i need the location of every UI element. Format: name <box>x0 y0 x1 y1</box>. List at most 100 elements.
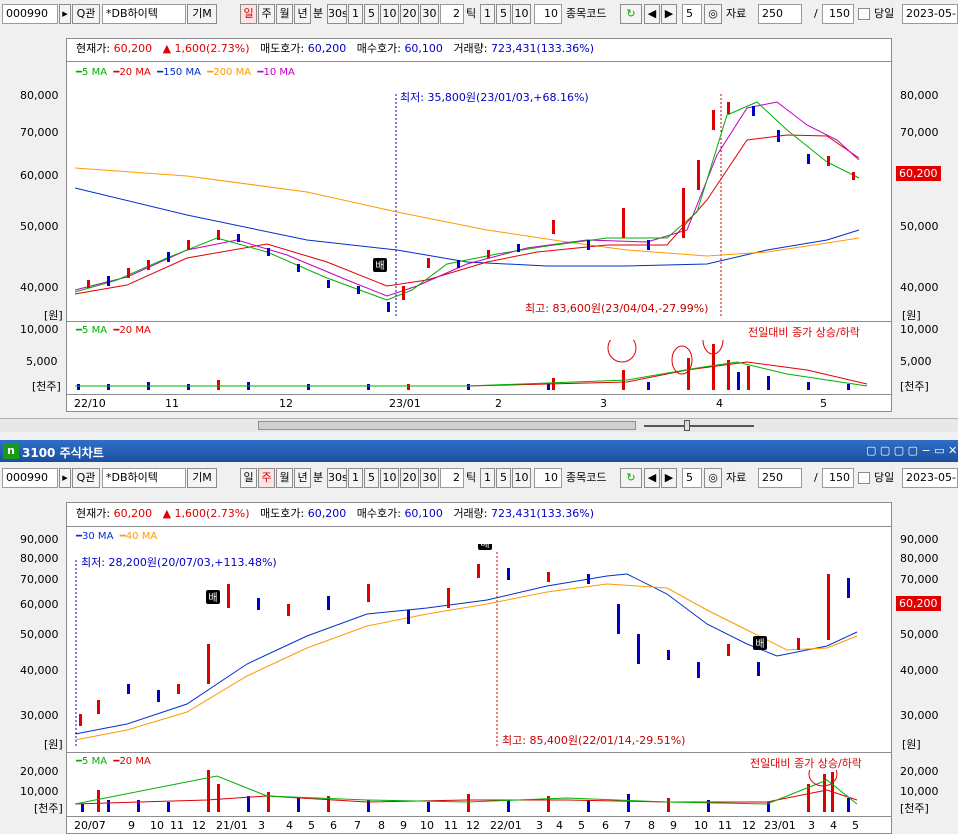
top-y-unit-right: [원] <box>902 309 921 322</box>
next-icon[interactable]: ▶ <box>661 468 677 488</box>
top-xlabel: 5 <box>820 397 827 410</box>
period-day-button[interactable]: 일 <box>240 468 257 488</box>
bottom-xlabel: 20/07 <box>74 819 106 832</box>
bottom-ytick-right-70000: 70,000 <box>900 573 939 586</box>
tick-10-button[interactable]: 10 <box>512 468 531 488</box>
bottom-xlabel: 23/01 <box>764 819 796 832</box>
bottom-x-axis: 20/07 9 10 11 12 21/01 3 4 5 6 7 8 9 10 … <box>66 816 892 834</box>
chart-scrollbar[interactable] <box>0 418 958 432</box>
volume-label: 거래량: <box>453 42 488 55</box>
prev-icon[interactable]: ◀ <box>644 4 660 24</box>
period-year-button[interactable]: 년 <box>294 4 311 24</box>
minute-20-button[interactable]: 20 <box>400 4 419 24</box>
bottom-volume-chart <box>74 770 858 812</box>
zoom-slider[interactable] <box>644 425 754 427</box>
top-vol-tick-right-5000: 5,000 <box>900 355 932 368</box>
bottom-quote-divider <box>66 526 892 527</box>
stock-name-field: *DB하이텍 <box>102 468 186 488</box>
data-label: 자료 <box>726 7 747 20</box>
zoom-slider-thumb[interactable] <box>684 420 690 431</box>
tick-5-button[interactable]: 5 <box>496 468 511 488</box>
minute-select[interactable]: 30s <box>327 468 347 488</box>
bottom-xlabel: 9 <box>128 819 135 832</box>
bottom-ytick-left-40000: 40,000 <box>20 664 59 677</box>
bottom-toolbar: 000990 ▸ Q관 *DB하이텍 기M 일 주 월 년 분 30s 1 5 … <box>0 464 958 492</box>
minute-label: 분 <box>313 7 324 20</box>
top-low-annotation: 최저: 35,800원(23/01/03,+68.16%) <box>400 91 589 104</box>
top-vol-tick-left-10000: 10,000 <box>20 323 59 336</box>
tick-count-input[interactable]: 10 <box>534 4 562 24</box>
minute-5-button[interactable]: 5 <box>364 4 379 24</box>
minute-select[interactable]: 30s <box>327 4 347 24</box>
minute-10-button[interactable]: 10 <box>380 468 399 488</box>
top-volume-divider <box>66 321 892 322</box>
window-controls[interactable]: ▢ ▢ ▢ ▢ − ▭ ✕ <box>866 444 957 457</box>
bottom-xlabel: 5 <box>852 819 859 832</box>
legend-200ma: ━200 MA <box>207 67 252 78</box>
bottom-xlabel: 4 <box>286 819 293 832</box>
code-dropdown-arrow[interactable]: ▸ <box>59 468 71 488</box>
tick-1-button[interactable]: 1 <box>480 468 495 488</box>
stock-code-input[interactable]: 000990 <box>2 4 58 24</box>
refresh-icon[interactable]: ↻ <box>620 4 642 24</box>
legend-10ma: ━10 MA <box>257 67 295 78</box>
max-count-input[interactable]: 150 <box>822 4 854 24</box>
bottom-volume-note: 전일대비 종가 상승/하락 <box>750 757 862 770</box>
step-input[interactable]: 5 <box>682 468 702 488</box>
minute-20-button[interactable]: 20 <box>400 468 419 488</box>
bottom-quote-bar: 현재가: 60,200 ▲ 1,600(2.73%) 매도호가: 60,200 … <box>76 503 594 525</box>
bottom-xlabel: 12 <box>466 819 480 832</box>
top-current-price-tag: 60,200 <box>896 166 941 181</box>
slash-label: / <box>814 7 818 20</box>
tick-10-button[interactable]: 10 <box>512 4 531 24</box>
bottom-xlabel: 9 <box>400 819 407 832</box>
period-year-button[interactable]: 년 <box>294 468 311 488</box>
tick-input[interactable]: 2 <box>440 468 464 488</box>
bottom-volume-divider <box>66 752 892 753</box>
stock-name-field: *DB하이텍 <box>102 4 186 24</box>
max-count-input[interactable]: 150 <box>822 468 854 488</box>
today-checkbox[interactable] <box>858 472 870 484</box>
search-icon[interactable]: Q관 <box>72 4 100 24</box>
minute-1-button[interactable]: 1 <box>348 4 363 24</box>
minute-10-button[interactable]: 10 <box>380 4 399 24</box>
tick-1-button[interactable]: 1 <box>480 4 495 24</box>
period-month-button[interactable]: 월 <box>276 468 293 488</box>
top-xlabel: 3 <box>600 397 607 410</box>
bottom-xlabel: 22/01 <box>490 819 522 832</box>
clock-icon[interactable]: ◎ <box>704 4 722 24</box>
tick-input[interactable]: 2 <box>440 4 464 24</box>
period-month-button[interactable]: 월 <box>276 4 293 24</box>
top-ytick-left-50000: 50,000 <box>20 220 59 233</box>
bottom-xlabel: 12 <box>742 819 756 832</box>
date-input[interactable]: 2023-05-1 <box>902 4 958 24</box>
prev-icon[interactable]: ◀ <box>644 468 660 488</box>
bottom-low-annotation: 최저: 28,200원(20/07/03,+113.48%) <box>81 556 277 569</box>
stock-code-input[interactable]: 000990 <box>2 468 58 488</box>
minute-1-button[interactable]: 1 <box>348 468 363 488</box>
scroll-thumb[interactable] <box>258 421 636 430</box>
date-input[interactable]: 2023-05-1 <box>902 468 958 488</box>
refresh-icon[interactable]: ↻ <box>620 468 642 488</box>
bottom-xlabel: 12 <box>192 819 206 832</box>
minute-30-button[interactable]: 30 <box>420 4 439 24</box>
period-week-button[interactable]: 주 <box>258 4 275 24</box>
flag-button[interactable]: 기M <box>187 468 217 488</box>
tick-5-button[interactable]: 5 <box>496 4 511 24</box>
bottom-xlabel: 3 <box>258 819 265 832</box>
minute-5-button[interactable]: 5 <box>364 468 379 488</box>
data-count-select[interactable]: 250 <box>758 4 802 24</box>
step-input[interactable]: 5 <box>682 4 702 24</box>
code-dropdown-arrow[interactable]: ▸ <box>59 4 71 24</box>
period-day-button[interactable]: 일 <box>240 4 257 24</box>
top-xlabel: 23/01 <box>389 397 421 410</box>
tick-count-input[interactable]: 10 <box>534 468 562 488</box>
minute-30-button[interactable]: 30 <box>420 468 439 488</box>
next-icon[interactable]: ▶ <box>661 4 677 24</box>
today-checkbox[interactable] <box>858 8 870 20</box>
clock-icon[interactable]: ◎ <box>704 468 722 488</box>
data-count-select[interactable]: 250 <box>758 468 802 488</box>
flag-button[interactable]: 기M <box>187 4 217 24</box>
period-week-button[interactable]: 주 <box>258 468 275 488</box>
search-icon[interactable]: Q관 <box>72 468 100 488</box>
